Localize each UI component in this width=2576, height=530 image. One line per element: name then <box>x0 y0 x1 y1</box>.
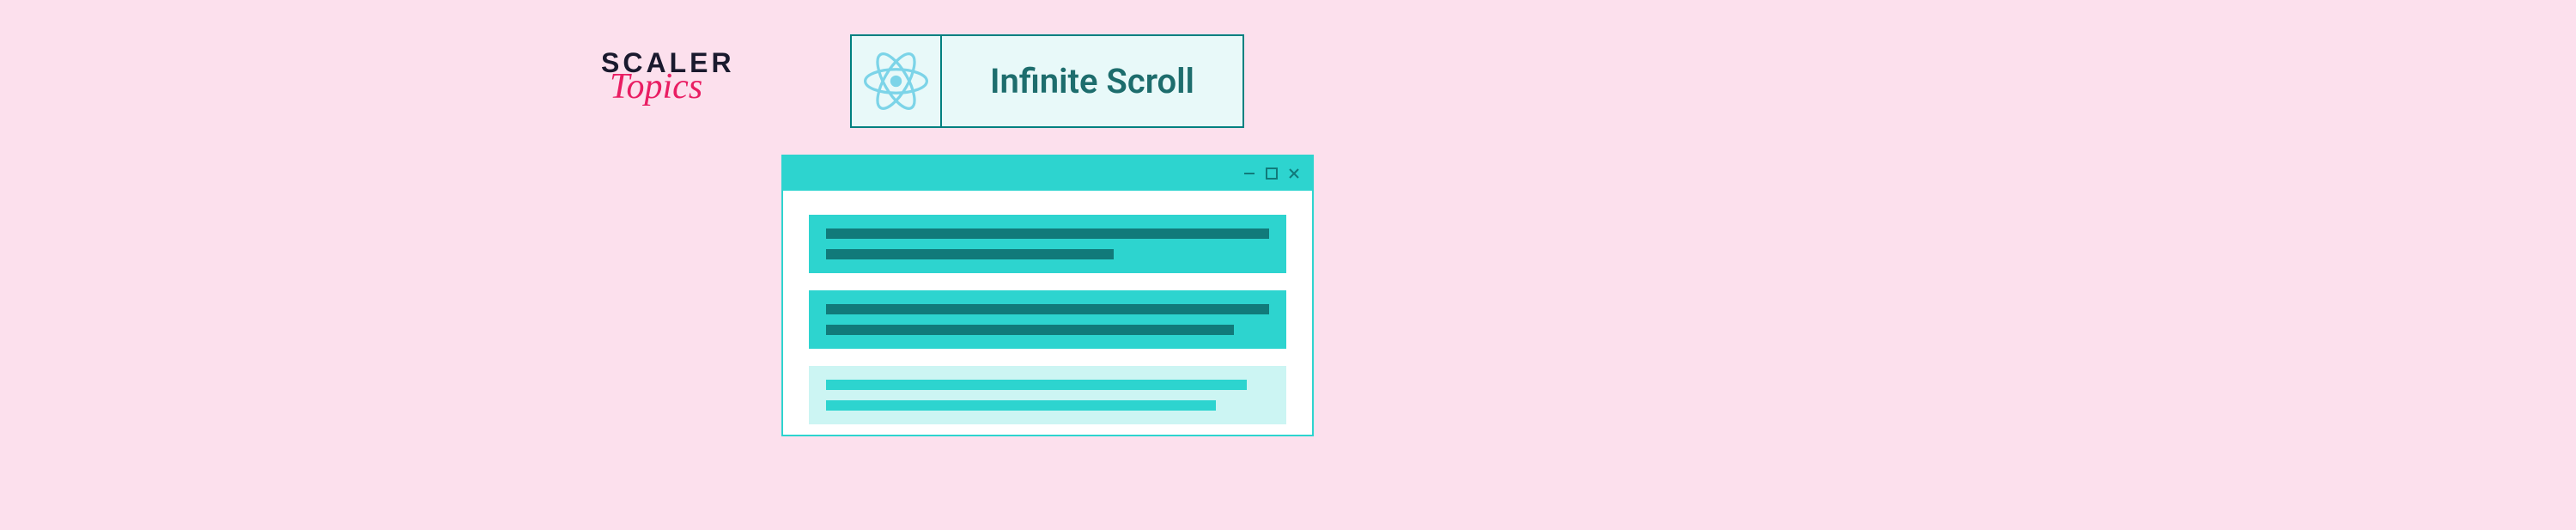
content-card <box>809 215 1286 273</box>
minimize-icon[interactable] <box>1242 166 1257 181</box>
scaler-topics-logo: SCALER Topics <box>601 47 735 107</box>
browser-window-mockup <box>781 155 1314 436</box>
maximize-icon[interactable] <box>1264 166 1279 181</box>
placeholder-line <box>826 400 1216 411</box>
placeholder-line <box>826 249 1114 259</box>
react-icon <box>864 49 928 113</box>
placeholder-line <box>826 325 1234 335</box>
window-body <box>783 191 1312 435</box>
content-card <box>809 290 1286 349</box>
window-titlebar <box>783 156 1312 191</box>
placeholder-line <box>826 228 1269 239</box>
placeholder-line <box>826 304 1269 314</box>
content-card-loading <box>809 366 1286 424</box>
placeholder-line <box>826 380 1247 390</box>
close-icon[interactable] <box>1286 166 1302 181</box>
banner-title: Infinite Scroll <box>942 36 1242 126</box>
title-banner: Infinite Scroll <box>850 34 1244 128</box>
react-icon-box <box>852 36 942 126</box>
